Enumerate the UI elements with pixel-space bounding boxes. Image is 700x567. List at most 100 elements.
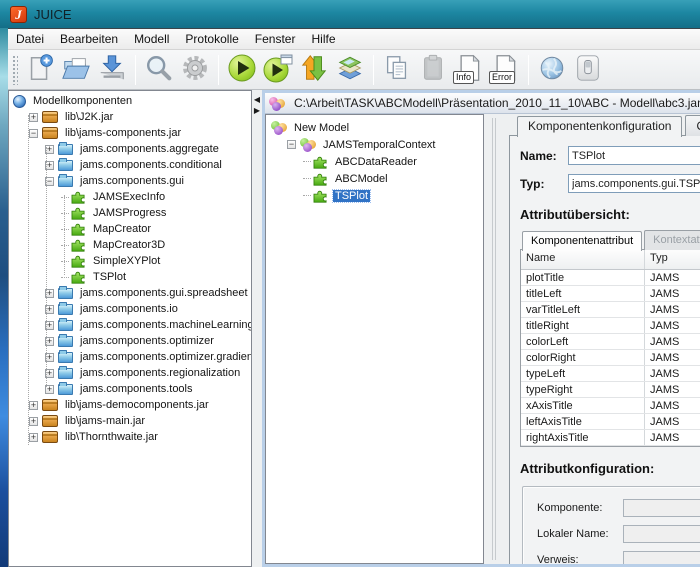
attribute-row-rightaxistitle[interactable]: rightAxisTitleJAMS xyxy=(521,430,700,446)
attribute-overview-heading: Attributübersicht: xyxy=(520,207,700,222)
puzzle-icon xyxy=(313,189,328,203)
column-header-typ[interactable]: Typ xyxy=(645,250,700,269)
tree-guide xyxy=(61,277,69,278)
library-tree-item-lib-jams-democomponents-jar[interactable]: +lib\jams-democomponents.jar xyxy=(13,397,251,413)
type-input[interactable] xyxy=(568,174,700,193)
model-tree-item-tsplot[interactable]: TSPlot xyxy=(271,187,483,204)
exit-button[interactable] xyxy=(570,52,606,88)
upload-download-button[interactable] xyxy=(296,52,332,88)
model-frame-content: New Model−JAMSTemporalContextABCDataRead… xyxy=(265,114,700,564)
library-tree-item-jams-components-gui[interactable]: −jams.components.gui xyxy=(13,173,251,189)
library-tree-item-jams-components-optimizer[interactable]: +jams.components.optimizer xyxy=(13,333,251,349)
library-tree-item-jams-components-io[interactable]: +jams.components.io xyxy=(13,301,251,317)
attribute-row-typeright[interactable]: typeRightJAMS xyxy=(521,382,700,398)
library-tree-item-modellkomponenten[interactable]: Modellkomponenten xyxy=(13,93,251,109)
column-header-name[interactable]: Name xyxy=(521,250,645,269)
model-tree-item-jamstemporalcontext[interactable]: −JAMSTemporalContext xyxy=(271,136,483,153)
tree-guide xyxy=(303,195,311,196)
library-tree-item-tsplot[interactable]: TSPlot xyxy=(13,269,251,285)
paste-button[interactable] xyxy=(415,52,451,88)
main-area: Modellkomponenten+lib\J2K.jar−lib\jams-c… xyxy=(8,90,700,567)
copy-button[interactable] xyxy=(379,52,415,88)
collapse-handle-icon[interactable]: − xyxy=(29,129,38,138)
info-log-button[interactable]: Info xyxy=(451,52,487,88)
splitter-collapse-left-icon[interactable]: ◀ xyxy=(254,96,260,104)
web-button[interactable] xyxy=(534,52,570,88)
library-tree-item-jams-components-optimizer-gradient[interactable]: +jams.components.optimizer.gradient xyxy=(13,349,251,365)
model-splitter[interactable] xyxy=(484,114,503,564)
attribute-table-header: Name Typ xyxy=(521,250,700,270)
toolbar-separator xyxy=(135,55,136,85)
library-tree-item-simplexyplot[interactable]: SimpleXYPlot xyxy=(13,253,251,269)
expand-handle-icon[interactable]: + xyxy=(29,417,38,426)
expand-handle-icon[interactable]: + xyxy=(29,401,38,410)
input-komponente-[interactable] xyxy=(623,499,700,517)
menu-item-fenster[interactable]: Fenster xyxy=(247,29,304,49)
attribute-row-titleright[interactable]: titleRightJAMS xyxy=(521,318,700,334)
attribute-row-typeleft[interactable]: typeLeftJAMS xyxy=(521,366,700,382)
main-splitter[interactable]: ◀ ▶ xyxy=(252,90,262,567)
splitter-collapse-right-icon[interactable]: ▶ xyxy=(254,107,260,115)
attribute-row-colorright[interactable]: colorRightJAMS xyxy=(521,350,700,366)
app-icon: J xyxy=(10,6,27,23)
config-tab-oberfl-che[interactable]: Oberfläche xyxy=(685,115,700,136)
open-model-button[interactable] xyxy=(58,52,94,88)
folder-icon xyxy=(58,384,73,395)
attr-tab-kontextattribute[interactable]: Kontextattribute xyxy=(644,230,700,250)
menu-item-bearbeiten[interactable]: Bearbeiten xyxy=(52,29,126,49)
open-folder-icon xyxy=(61,53,91,86)
run-model-gui-button[interactable] xyxy=(260,52,296,88)
settings-button[interactable] xyxy=(177,52,213,88)
library-tree-item-jams-components-tools[interactable]: +jams.components.tools xyxy=(13,381,251,397)
save-icon xyxy=(97,53,127,86)
attribute-row-colorleft[interactable]: colorLeftJAMS xyxy=(521,334,700,350)
clipboard-icon xyxy=(418,53,448,86)
attribute-row-leftaxistitle[interactable]: leftAxisTitleJAMS xyxy=(521,414,700,430)
search-button[interactable] xyxy=(141,52,177,88)
model-tree-item-new-model[interactable]: New Model xyxy=(271,119,483,136)
toolbar-drag-handle[interactable] xyxy=(12,55,18,85)
name-input[interactable] xyxy=(568,146,700,165)
library-tree-item-jams-components-aggregate[interactable]: +jams.components.aggregate xyxy=(13,141,251,157)
library-tree-item-jams-components-regionalization[interactable]: +jams.components.regionalization xyxy=(13,365,251,381)
library-tree-item-lib-thornthwaite-jar[interactable]: +lib\Thornthwaite.jar xyxy=(13,429,251,445)
toolbar-separator xyxy=(373,55,374,85)
input-verweis-[interactable] xyxy=(623,551,700,564)
library-tree-item-mapcreator3d[interactable]: MapCreator3D xyxy=(13,237,251,253)
attr-tab-komponentenattribut[interactable]: Komponentenattribut xyxy=(522,231,642,251)
menu-item-datei[interactable]: Datei xyxy=(8,29,52,49)
library-tree-item-jams-components-conditional[interactable]: +jams.components.conditional xyxy=(13,157,251,173)
input-lokaler-name-[interactable] xyxy=(623,525,700,543)
model-tree-item-abcdatareader[interactable]: ABCDataReader xyxy=(271,153,483,170)
attribute-row-xaxistitle[interactable]: xAxisTitleJAMS xyxy=(521,398,700,414)
library-tree-item-lib-j2k-jar[interactable]: +lib\J2K.jar xyxy=(13,109,251,125)
library-tree-item-jams-components-machinelearning[interactable]: +jams.components.machineLearning xyxy=(13,317,251,333)
config-tab-komponentenkonfiguration[interactable]: Komponentenkonfiguration xyxy=(517,116,682,137)
menu-item-modell[interactable]: Modell xyxy=(126,29,177,49)
library-tree-item-jamsexecinfo[interactable]: JAMSExecInfo xyxy=(13,189,251,205)
label-verweis-: Verweis: xyxy=(537,554,623,564)
library-tree-item-mapcreator[interactable]: MapCreator xyxy=(13,221,251,237)
run-model-button[interactable] xyxy=(224,52,260,88)
model-tree-item-abcmodel[interactable]: ABCModel xyxy=(271,170,483,187)
library-tree-item-lib-jams-main-jar[interactable]: +lib\jams-main.jar xyxy=(13,413,251,429)
attribute-row-plottitle[interactable]: plotTitleJAMS xyxy=(521,270,700,286)
library-tree-item-jamsprogress[interactable]: JAMSProgress xyxy=(13,205,251,221)
new-model-button[interactable] xyxy=(22,52,58,88)
collapse-handle-icon[interactable]: − xyxy=(287,140,296,149)
window-titlebar: J JUICE xyxy=(0,0,700,28)
error-log-button[interactable]: Error xyxy=(487,52,523,88)
model-frame-titlebar[interactable]: C:\Arbeit\TASK\ABCModell\Präsentation_20… xyxy=(265,93,700,114)
expand-handle-icon[interactable]: + xyxy=(29,113,38,122)
library-tree-item-jams-components-gui-spreadsheet[interactable]: +jams.components.gui.spreadsheet xyxy=(13,285,251,301)
expand-handle-icon[interactable]: + xyxy=(29,433,38,442)
save-model-button[interactable] xyxy=(94,52,130,88)
map-layers-button[interactable] xyxy=(332,52,368,88)
menu-item-hilfe[interactable]: Hilfe xyxy=(303,29,343,49)
puzzle-icon xyxy=(71,206,86,220)
attribute-row-titleleft[interactable]: titleLeftJAMS xyxy=(521,286,700,302)
library-tree-item-lib-jams-components-jar[interactable]: −lib\jams-components.jar xyxy=(13,125,251,141)
model-internal-frame: C:\Arbeit\TASK\ABCModell\Präsentation_20… xyxy=(262,90,700,567)
menu-item-protokolle[interactable]: Protokolle xyxy=(177,29,246,49)
attribute-row-vartitleleft[interactable]: varTitleLeftJAMS xyxy=(521,302,700,318)
